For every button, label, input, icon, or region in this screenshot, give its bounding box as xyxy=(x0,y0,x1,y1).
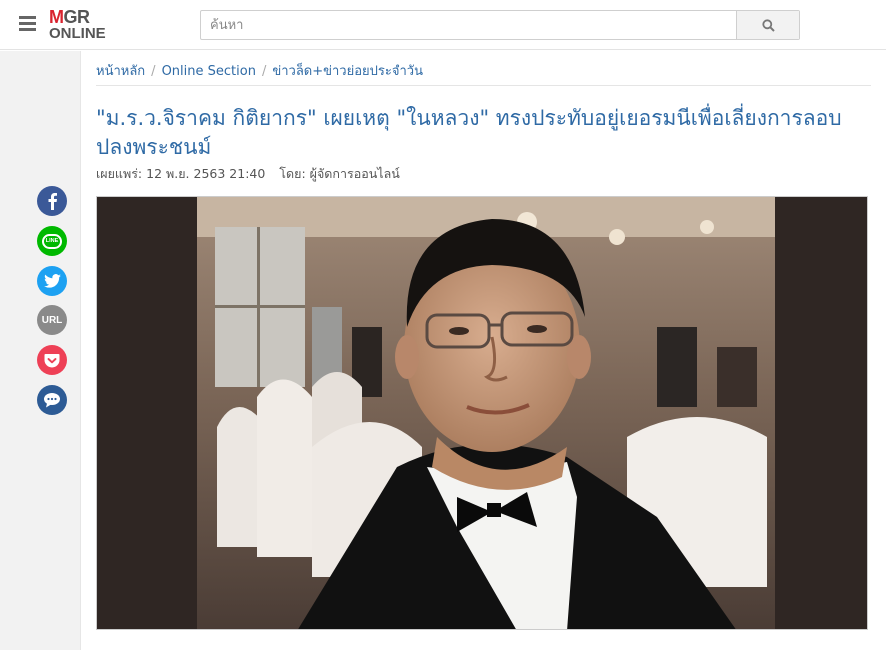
line-share-button[interactable]: LINE xyxy=(37,226,67,256)
breadcrumb-online-section-link[interactable]: Online Section xyxy=(162,64,256,79)
article-title: "ม.ร.ว.จิราคม กิติยากร" เผยเหตุ "ในหลวง"… xyxy=(96,106,842,159)
logo-gr: GR xyxy=(63,7,91,27)
line-icon-label: LINE xyxy=(45,238,59,244)
article-hero-image[interactable] xyxy=(96,196,868,630)
comment-bubble-icon xyxy=(44,393,60,408)
breadcrumb-daily-news-link[interactable]: ข่าวล็ด+ข่าวย่อยประจำวัน xyxy=(272,64,423,79)
breadcrumb-separator: / xyxy=(261,64,267,79)
breadcrumb-separator: / xyxy=(151,64,156,79)
facebook-share-button[interactable] xyxy=(37,186,67,216)
published-date: 12 พ.ย. 2563 21:40 xyxy=(146,166,266,181)
pocket-save-button[interactable] xyxy=(37,345,67,375)
twitter-share-button[interactable] xyxy=(37,266,67,296)
url-icon: URL xyxy=(41,314,63,326)
pocket-icon xyxy=(44,353,60,367)
line-icon: LINE xyxy=(42,233,62,249)
search-bar xyxy=(200,10,800,40)
hamburger-menu-icon[interactable] xyxy=(19,16,36,32)
author-name: ผู้จัดการออนไลน์ xyxy=(309,166,400,181)
search-button[interactable] xyxy=(736,11,799,39)
mgr-online-logo[interactable]: MGR ONLINE xyxy=(49,8,119,42)
search-input[interactable] xyxy=(201,11,738,39)
facebook-icon xyxy=(48,193,57,210)
hero-photo xyxy=(97,197,867,629)
copy-url-button[interactable]: URL xyxy=(37,305,67,335)
article-meta: เผยแพร่: 12 พ.ย. 2563 21:40 โดย: ผู้จัดก… xyxy=(96,164,400,184)
published-label: เผยแพร่: xyxy=(96,166,143,181)
twitter-icon xyxy=(43,274,61,288)
logo-online: ONLINE xyxy=(49,25,106,42)
top-header: MGR ONLINE xyxy=(0,0,886,50)
comment-button[interactable] xyxy=(37,385,67,415)
breadcrumb: หน้าหลัก / Online Section / ข่าวล็ด+ข่าวย่อย… xyxy=(96,60,423,81)
author-label: โดย: xyxy=(279,166,306,181)
search-icon xyxy=(761,18,775,32)
divider xyxy=(96,85,871,86)
logo-m: M xyxy=(49,7,64,27)
breadcrumb-home-link[interactable]: หน้าหลัก xyxy=(96,64,145,79)
